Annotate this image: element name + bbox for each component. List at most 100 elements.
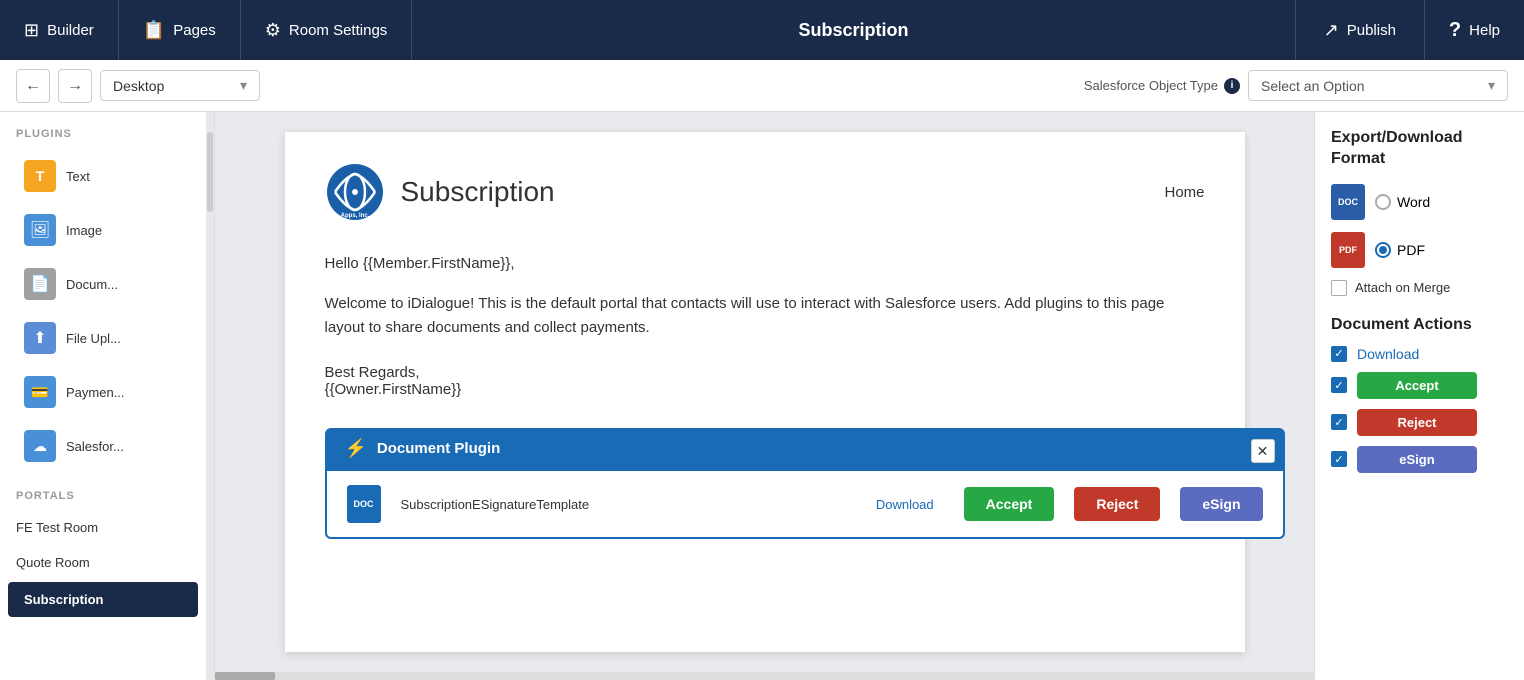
reject-action-item: ✓ Reject (1331, 409, 1508, 436)
canvas-body: Welcome to iDialogue! This is the defaul… (325, 292, 1205, 340)
accept-button[interactable]: Accept (964, 487, 1055, 521)
sidebar: PLUGINS T Text 🖼 Image 📄 Docum... ⬆ File… (0, 112, 215, 680)
sf-object-label: Salesforce Object Type i (1084, 78, 1240, 94)
help-label: Help (1469, 22, 1500, 39)
nav-builder[interactable]: ⊞ Builder (0, 0, 119, 60)
pages-label: Pages (173, 22, 216, 39)
help-icon: ? (1449, 19, 1461, 42)
salesforce-plugin-icon: ☁ (24, 430, 56, 462)
document-plugin-container: ⚡ Document Plugin ✕ DOC SubscriptionESig… (325, 428, 1285, 539)
room-settings-label: Room Settings (289, 22, 387, 39)
word-radio-label[interactable]: Word (1375, 194, 1430, 210)
portal-item-fe-test[interactable]: FE Test Room (0, 510, 206, 545)
document-plugin-icon: 📄 (24, 268, 56, 300)
forward-button[interactable]: → (58, 69, 92, 103)
plugin-item-document[interactable]: 📄 Docum... (8, 258, 198, 310)
right-panel: Export/Download Format DOC Word PDF PDF … (1314, 112, 1524, 680)
text-plugin-label: Text (66, 169, 90, 184)
page-heading: Subscription (401, 176, 555, 208)
close-button[interactable]: ✕ (1251, 439, 1275, 463)
plugin-item-text[interactable]: T Text (8, 150, 198, 202)
logo-area: Apps, Inc. Subscription (325, 162, 555, 222)
nav-room-settings[interactable]: ⚙ Room Settings (241, 0, 413, 60)
pdf-radio-label[interactable]: PDF (1375, 242, 1425, 258)
desktop-label: Desktop (113, 78, 164, 94)
file-upload-plugin-label: File Upl... (66, 331, 121, 346)
esign-action-item: ✓ eSign (1331, 446, 1508, 473)
image-plugin-icon: 🖼 (24, 214, 56, 246)
word-radio[interactable] (1375, 194, 1391, 210)
doc-plugin-header-label: Document Plugin (377, 440, 500, 457)
document-plugin-header: ⚡ Document Plugin (325, 428, 1285, 469)
reject-checkbox[interactable]: ✓ (1331, 414, 1347, 430)
canvas-owner: {{Owner.FirstName}} (325, 381, 1205, 398)
canvas-greeting: Hello {{Member.FirstName}}, (325, 252, 1205, 276)
download-action-label[interactable]: Download (1357, 346, 1419, 362)
text-plugin-icon: T (24, 160, 56, 192)
esign-checkbox[interactable]: ✓ (1331, 451, 1347, 467)
accept-action-button[interactable]: Accept (1357, 372, 1477, 399)
publish-button[interactable]: ↗ Publish (1295, 0, 1425, 60)
plugins-section-title: PLUGINS (0, 112, 206, 148)
pdf-radio[interactable] (1375, 242, 1391, 258)
reject-button[interactable]: Reject (1074, 487, 1160, 521)
portal-item-subscription[interactable]: Subscription (8, 582, 198, 617)
select-arrow-icon: ▾ (1488, 77, 1495, 94)
canvas-area: Apps, Inc. Subscription Home Hello {{Mem… (215, 112, 1314, 680)
canvas-header: Apps, Inc. Subscription Home (325, 162, 1205, 222)
pdf-format-option[interactable]: PDF PDF (1331, 232, 1508, 268)
esign-action-button[interactable]: eSign (1357, 446, 1477, 473)
portal-item-quote[interactable]: Quote Room (0, 545, 206, 580)
document-plugin-label: Docum... (66, 277, 118, 292)
svg-text:Apps, Inc.: Apps, Inc. (340, 213, 369, 219)
accept-checkbox[interactable]: ✓ (1331, 377, 1347, 393)
file-upload-plugin-icon: ⬆ (24, 322, 56, 354)
home-link[interactable]: Home (1164, 184, 1204, 201)
export-section-title: Export/Download Format (1331, 128, 1508, 170)
attach-merge-label: Attach on Merge (1355, 280, 1450, 295)
room-settings-icon: ⚙ (265, 20, 281, 41)
canvas-regards: Best Regards, (325, 364, 1205, 381)
help-button[interactable]: ? Help (1425, 0, 1524, 60)
toolbar: ← → Desktop ▾ Salesforce Object Type i S… (0, 60, 1524, 112)
doc-file-icon: DOC (347, 485, 381, 523)
canvas-scrollbar[interactable] (215, 672, 1314, 680)
plugin-item-salesforce[interactable]: ☁ Salesfor... (8, 420, 198, 472)
pages-icon: 📋 (143, 20, 165, 41)
plugin-item-image[interactable]: 🖼 Image (8, 204, 198, 256)
salesforce-plugin-label: Salesfor... (66, 439, 124, 454)
plugin-item-payment[interactable]: 💳 Paymen... (8, 366, 198, 418)
select-option-label: Select an Option (1261, 78, 1365, 94)
builder-label: Builder (47, 22, 94, 39)
top-nav: ⊞ Builder 📋 Pages ⚙ Room Settings Subscr… (0, 0, 1524, 60)
accept-action-item: ✓ Accept (1331, 372, 1508, 399)
dropdown-arrow-icon: ▾ (240, 77, 247, 94)
back-button[interactable]: ← (16, 69, 50, 103)
publish-icon: ↗ (1324, 20, 1339, 41)
esign-button[interactable]: eSign (1180, 487, 1262, 521)
word-format-option[interactable]: DOC Word (1331, 184, 1508, 220)
doc-file-name: SubscriptionESignatureTemplate (401, 497, 856, 512)
attach-merge-option[interactable]: Attach on Merge (1331, 280, 1508, 296)
payment-plugin-icon: 💳 (24, 376, 56, 408)
portals-section-title: PORTALS (0, 474, 206, 510)
sidebar-scrollbar[interactable] (206, 112, 214, 680)
download-link[interactable]: Download (876, 497, 934, 512)
download-action-item: ✓ Download (1331, 346, 1508, 362)
pdf-format-icon: PDF (1331, 232, 1365, 268)
attach-merge-checkbox[interactable] (1331, 280, 1347, 296)
page-canvas: Apps, Inc. Subscription Home Hello {{Mem… (285, 132, 1245, 652)
reject-action-button[interactable]: Reject (1357, 409, 1477, 436)
plugin-item-file-upload[interactable]: ⬆ File Upl... (8, 312, 198, 364)
nav-pages[interactable]: 📋 Pages (119, 0, 241, 60)
desktop-select[interactable]: Desktop ▾ (100, 70, 260, 101)
nav-title: Subscription (412, 20, 1294, 41)
select-option-dropdown[interactable]: Select an Option ▾ (1248, 70, 1508, 101)
image-plugin-label: Image (66, 223, 102, 238)
publish-label: Publish (1347, 22, 1396, 39)
download-checkbox[interactable]: ✓ (1331, 346, 1347, 362)
payment-plugin-label: Paymen... (66, 385, 125, 400)
info-icon: i (1224, 78, 1240, 94)
document-plugin-body: ✕ DOC SubscriptionESignatureTemplate Dow… (325, 469, 1285, 539)
pacific-apps-logo: Apps, Inc. (325, 162, 385, 222)
